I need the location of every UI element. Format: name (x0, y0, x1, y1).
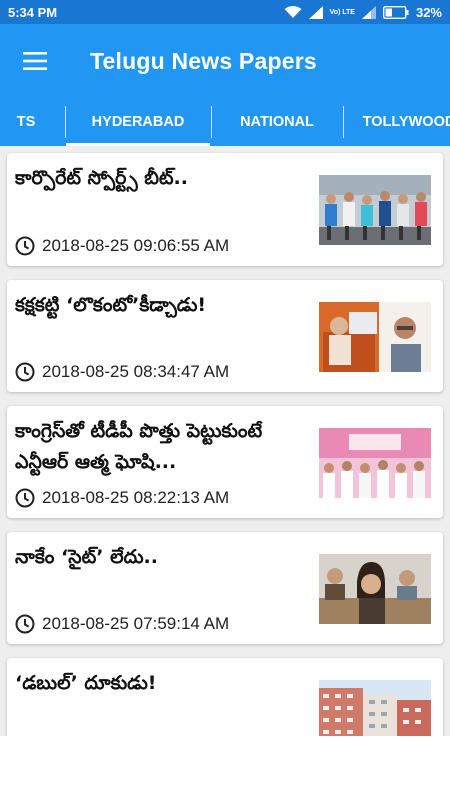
tab-tollywood[interactable]: TOLLYWOOD (344, 98, 450, 146)
app-bar: Telugu News Papers (0, 24, 450, 98)
clock-icon (15, 236, 35, 256)
article-timestamp: 2018-08-25 08:34:47 AM (15, 362, 229, 382)
article-timestamp: 2018-08-25 08:22:13 AM (15, 488, 229, 508)
marathon-runners-photo (319, 175, 431, 245)
article-timestamp: 2018-08-25 07:59:14 AM (15, 614, 229, 634)
article-time: 2018-08-25 08:34:47 AM (42, 362, 230, 381)
app-title: Telugu News Papers (90, 47, 317, 74)
article-list: కార్పొరేట్ స్పోర్ట్స్ బీట్.. 2018-08-25 … (0, 146, 450, 736)
signal-icon (361, 5, 376, 19)
clock-icon (15, 614, 35, 634)
article-timestamp: 2018-08-25 09:06:55 AM (15, 236, 229, 256)
article-time: 2018-08-25 08:22:13 AM (42, 488, 230, 507)
article-title: ‘డబుల్’ దూకుడు! (15, 672, 157, 694)
bottom-blank-area (0, 736, 450, 800)
article-title: కార్పొరేట్ స్పోర్ట్స్ బీట్.. (15, 167, 188, 189)
wifi-icon (284, 5, 302, 19)
article-card[interactable]: కక్షకట్టి ‘లొకంటో’కీడ్చాడు! 2018-08-25 0… (7, 280, 443, 392)
clock-icon (15, 488, 35, 508)
tab-national[interactable]: NATIONAL (212, 98, 342, 146)
article-card[interactable]: నాకేం ‘సైట్’ లేదు.. 2018-08-25 07:59:14 … (7, 532, 443, 644)
category-tabs: TS HYDERABAD NATIONAL TOLLYWOOD (0, 98, 450, 146)
status-bar: 5:34 PM Vo) LTE 32% (0, 0, 450, 24)
volte-icon: Vo) LTE (329, 8, 355, 16)
woman-at-computer-and-man-portrait-photo (319, 302, 431, 372)
menu-button[interactable] (0, 24, 70, 98)
tab-ts[interactable]: TS (0, 98, 52, 146)
signal-icon (308, 5, 323, 19)
article-card[interactable]: ‘డబుల్’ దూకుడు! (7, 658, 443, 736)
battery-icon (382, 5, 409, 19)
clock-icon (15, 362, 35, 382)
article-title: నాకేం ‘సైట్’ లేదు.. (15, 546, 158, 568)
hamburger-menu-icon (23, 52, 47, 70)
article-time: 2018-08-25 09:06:55 AM (42, 236, 230, 255)
students-in-classroom-photo (319, 554, 431, 624)
article-time: 2018-08-25 07:59:14 AM (42, 614, 230, 633)
article-card[interactable]: కాంగ్రెస్‌తో టీడీపీ పొత్తు పెట్టుకుంటే ఎ… (7, 406, 443, 518)
status-time: 5:34 PM (8, 4, 58, 20)
housing-buildings-photo (319, 680, 431, 736)
tab-hyderabad[interactable]: HYDERABAD (66, 98, 210, 146)
battery-percent: 32% (415, 4, 442, 20)
article-title: కక్షకట్టి ‘లొకంటో’కీడ్చాడు! (15, 294, 207, 316)
article-title: కాంగ్రెస్‌తో టీడీపీ పొత్తు పెట్టుకుంటే ఎ… (15, 420, 263, 473)
political-stage-photo (319, 428, 431, 498)
article-card[interactable]: కార్పొరేట్ స్పోర్ట్స్ బీట్.. 2018-08-25 … (7, 153, 443, 266)
